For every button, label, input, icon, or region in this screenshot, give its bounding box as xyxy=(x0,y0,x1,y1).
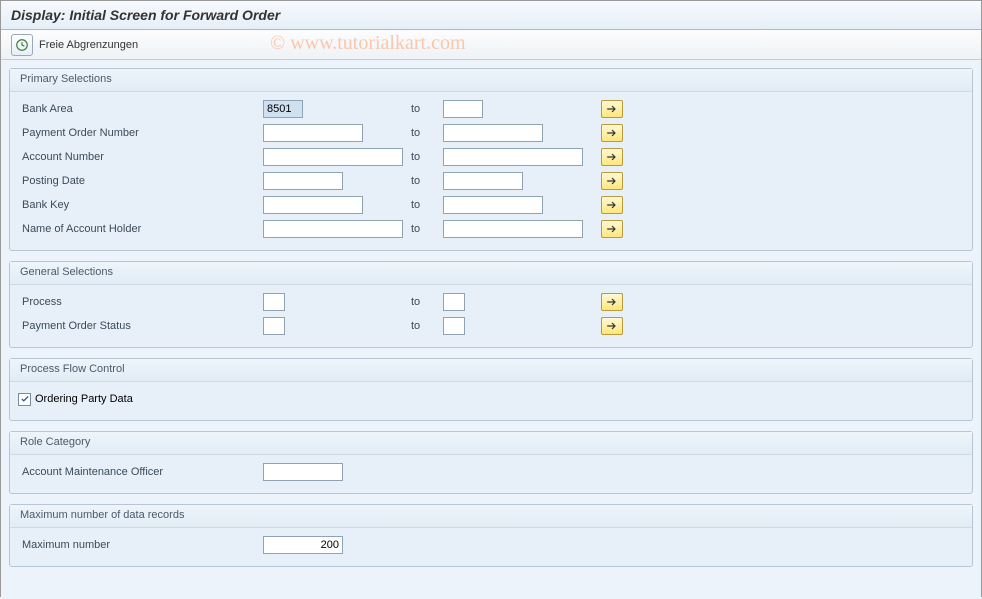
input-po-number-to[interactable] xyxy=(443,124,543,142)
input-bank-key-to[interactable] xyxy=(443,196,543,214)
label-posting-date: Posting Date xyxy=(18,175,263,187)
multiple-selection-button[interactable] xyxy=(601,220,623,238)
row-bank-area: Bank Area to xyxy=(18,98,964,120)
group-general-selections: General Selections Process to Payment Or… xyxy=(9,261,973,348)
page-title: Display: Initial Screen for Forward Orde… xyxy=(11,7,971,23)
to-label: to xyxy=(403,223,443,235)
to-label: to xyxy=(403,103,443,115)
input-po-status-from[interactable] xyxy=(263,317,285,335)
arrow-right-icon xyxy=(606,200,618,210)
row-posting-date: Posting Date to xyxy=(18,170,964,192)
group-title-max: Maximum number of data records xyxy=(10,505,972,528)
label-bank-key: Bank Key xyxy=(18,199,263,211)
input-account-holder-from[interactable] xyxy=(263,220,403,238)
input-account-holder-to[interactable] xyxy=(443,220,583,238)
label-officer: Account Maintenance Officer xyxy=(18,466,263,478)
label-ordering-party: Ordering Party Data xyxy=(35,393,133,405)
input-bank-key-from[interactable] xyxy=(263,196,363,214)
arrow-right-icon xyxy=(606,224,618,234)
label-bank-area: Bank Area xyxy=(18,103,263,115)
arrow-right-icon xyxy=(606,176,618,186)
input-po-status-to[interactable] xyxy=(443,317,465,335)
to-label: to xyxy=(403,175,443,187)
row-bank-key: Bank Key to xyxy=(18,194,964,216)
multiple-selection-button[interactable] xyxy=(601,293,623,311)
group-title-role: Role Category xyxy=(10,432,972,455)
multiple-selection-button[interactable] xyxy=(601,196,623,214)
group-primary-selections: Primary Selections Bank Area to Payment … xyxy=(9,68,973,251)
label-po-status: Payment Order Status xyxy=(18,320,263,332)
multiple-selection-button[interactable] xyxy=(601,124,623,142)
group-title-general: General Selections xyxy=(10,262,972,285)
arrow-right-icon xyxy=(606,297,618,307)
title-bar: Display: Initial Screen for Forward Orde… xyxy=(1,1,981,30)
multiple-selection-button[interactable] xyxy=(601,317,623,335)
label-account-holder: Name of Account Holder xyxy=(18,223,263,235)
group-role-category: Role Category Account Maintenance Office… xyxy=(9,431,973,494)
input-account-number-to[interactable] xyxy=(443,148,583,166)
group-title-flow: Process Flow Control xyxy=(10,359,972,382)
arrow-right-icon xyxy=(606,104,618,114)
row-maximum-number: Maximum number xyxy=(18,534,964,556)
input-bank-area-to[interactable] xyxy=(443,100,483,118)
input-max-number[interactable] xyxy=(263,536,343,554)
input-posting-date-to[interactable] xyxy=(443,172,523,190)
row-ordering-party: Ordering Party Data xyxy=(18,388,964,410)
label-process: Process xyxy=(18,296,263,308)
check-icon xyxy=(20,394,30,404)
to-label: to xyxy=(403,320,443,332)
multiple-selection-button[interactable] xyxy=(601,172,623,190)
input-process-to[interactable] xyxy=(443,293,465,311)
toolbar: Freie Abgrenzungen xyxy=(1,30,981,60)
group-max-records: Maximum number of data records Maximum n… xyxy=(9,504,973,567)
row-account-maintenance-officer: Account Maintenance Officer xyxy=(18,461,964,483)
execute-button[interactable] xyxy=(11,34,33,56)
row-payment-order-number: Payment Order Number to xyxy=(18,122,964,144)
free-delimitations-label[interactable]: Freie Abgrenzungen xyxy=(39,39,138,51)
row-payment-order-status: Payment Order Status to xyxy=(18,315,964,337)
label-po-number: Payment Order Number xyxy=(18,127,263,139)
input-po-number-from[interactable] xyxy=(263,124,363,142)
input-posting-date-from[interactable] xyxy=(263,172,343,190)
arrow-right-icon xyxy=(606,152,618,162)
input-bank-area-from[interactable] xyxy=(263,100,303,118)
to-label: to xyxy=(403,151,443,163)
to-label: to xyxy=(403,199,443,211)
row-process: Process to xyxy=(18,291,964,313)
to-label: to xyxy=(403,127,443,139)
input-account-number-from[interactable] xyxy=(263,148,403,166)
clock-execute-icon xyxy=(15,38,29,52)
content-area: Primary Selections Bank Area to Payment … xyxy=(1,60,981,599)
group-process-flow: Process Flow Control Ordering Party Data xyxy=(9,358,973,421)
checkbox-ordering-party[interactable] xyxy=(18,393,31,406)
to-label: to xyxy=(403,296,443,308)
multiple-selection-button[interactable] xyxy=(601,148,623,166)
input-officer[interactable] xyxy=(263,463,343,481)
group-title-primary: Primary Selections xyxy=(10,69,972,92)
label-max-number: Maximum number xyxy=(18,539,263,551)
row-account-holder: Name of Account Holder to xyxy=(18,218,964,240)
multiple-selection-button[interactable] xyxy=(601,100,623,118)
arrow-right-icon xyxy=(606,321,618,331)
input-process-from[interactable] xyxy=(263,293,285,311)
arrow-right-icon xyxy=(606,128,618,138)
label-account-number: Account Number xyxy=(18,151,263,163)
row-account-number: Account Number to xyxy=(18,146,964,168)
